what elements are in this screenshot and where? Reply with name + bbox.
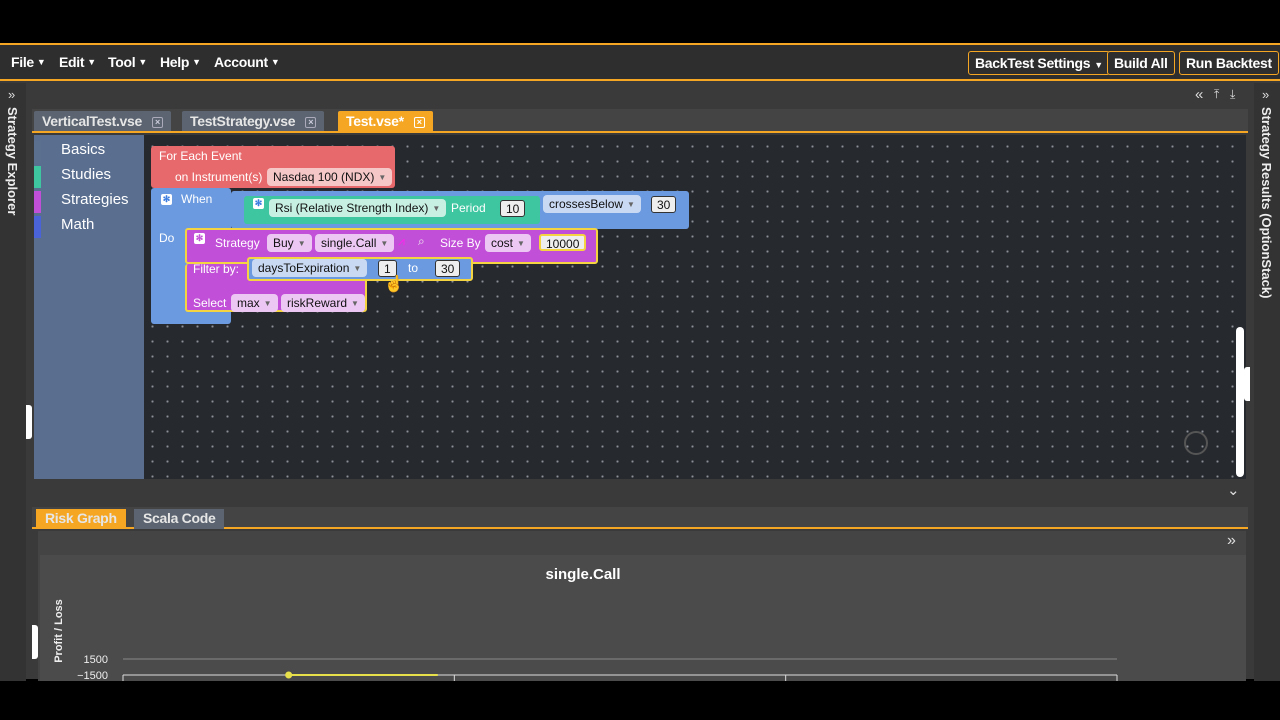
download-icon[interactable]: ⤓ — [1230, 87, 1235, 102]
chart-icon[interactable]: ⩘ — [398, 234, 405, 249]
category-studies[interactable]: Studies — [34, 166, 144, 188]
chevron-down-icon: ▼ — [1094, 60, 1103, 70]
y-axis-label: Profit / Loss — [53, 599, 65, 663]
tab-scala-code[interactable]: Scala Code — [134, 509, 225, 529]
category-basics[interactable]: Basics — [34, 141, 144, 163]
run-backtest-button[interactable]: Run Backtest — [1179, 51, 1279, 75]
menu-bar: File ▼ Edit ▼ Tool ▼ Help ▼ Account ▼ BackTes… — [0, 45, 1280, 81]
editor-header: « ⤒ ⤓ — [32, 85, 1248, 107]
close-icon[interactable]: × — [152, 117, 164, 128]
build-all-button[interactable]: Build All — [1107, 51, 1175, 75]
select-field-dropdown[interactable]: riskReward ▼ — [281, 294, 365, 312]
move-top-icon[interactable]: ⤒ — [1214, 87, 1219, 102]
menu-edit[interactable]: Edit ▼ — [59, 54, 96, 70]
gear-icon[interactable]: ✻ — [161, 194, 172, 205]
to-label: to — [408, 261, 419, 275]
expand-icon[interactable]: » — [8, 87, 15, 102]
strategy-explorer-label: Strategy Explorer — [5, 107, 20, 216]
chart-axes: 1500−1500100200300 — [77, 654, 1118, 711]
expand-icon[interactable]: » — [1262, 87, 1269, 102]
chart-title: single.Call — [545, 566, 620, 583]
size-by-label: Size By — [440, 236, 481, 250]
chevron-down-icon: ▼ — [36, 57, 46, 67]
strategy-label: Strategy — [215, 236, 260, 250]
chevron-down-icon: ▼ — [87, 57, 96, 67]
period-label: Period — [451, 201, 486, 215]
collapse-left-icon[interactable]: « — [1195, 86, 1203, 103]
strategy-results-rail[interactable]: » Strategy Results (OptionStack) — [1254, 83, 1280, 681]
when-label: When — [181, 192, 213, 206]
hand-cursor-icon: ☝ — [384, 276, 404, 293]
search-icon[interactable]: ⌕ — [418, 234, 425, 249]
bottom-tabs: Risk Graph Scala Code — [32, 507, 1248, 529]
for-each-event-label: For Each Event — [159, 149, 242, 163]
threshold-input[interactable]: 30 — [651, 196, 677, 213]
menu-tool[interactable]: Tool ▼ — [108, 54, 147, 70]
period-input[interactable]: 10 — [500, 200, 526, 217]
left-collapse-handle[interactable] — [26, 405, 32, 439]
select-label: Select — [193, 296, 227, 310]
do-label: Do — [159, 231, 175, 245]
tab-verticaltest[interactable]: VerticalTest.vse × — [34, 111, 172, 131]
chevron-down-icon: ▼ — [138, 57, 147, 67]
chevron-down-icon[interactable]: ⌄ — [1227, 481, 1240, 499]
gear-icon[interactable]: ✻ — [253, 198, 264, 209]
filter-field-dropdown[interactable]: daysToExpiration ▼ — [252, 259, 368, 277]
tab-teststrategy[interactable]: TestStrategy.vse × — [182, 111, 325, 131]
chevron-down-icon: ▼ — [192, 57, 201, 67]
category-math[interactable]: Math — [34, 216, 144, 238]
expand-icon[interactable]: » — [1227, 532, 1236, 550]
size-value-input[interactable]: 10000 — [539, 234, 587, 251]
risk-graph-svg: single.Call Profit / Loss 1500−150010020… — [53, 566, 1220, 720]
filter-by-label: Filter by: — [193, 262, 240, 276]
gear-icon[interactable]: ✻ — [194, 233, 205, 244]
close-icon[interactable]: × — [413, 117, 425, 128]
backtest-settings-button[interactable]: BackTest Settings ▼ — [968, 51, 1110, 75]
data-point — [285, 671, 293, 679]
tab-risk-graph[interactable]: Risk Graph — [36, 509, 126, 529]
condition-dropdown[interactable]: crossesBelow ▼ — [543, 195, 641, 213]
strategy-results-label: Strategy Results (OptionStack) — [1259, 107, 1274, 299]
y-tick-label: 1500 — [84, 654, 108, 666]
menu-help[interactable]: Help ▼ — [160, 54, 201, 70]
workspace-scrollbar[interactable] — [1236, 327, 1244, 477]
chart-series — [285, 671, 438, 679]
select-fn-dropdown[interactable]: max ▼ — [231, 294, 278, 312]
category-swatch — [34, 216, 41, 238]
category-swatch — [34, 141, 41, 163]
instrument-dropdown[interactable]: Nasdaq 100 (NDX) ▼ — [267, 168, 393, 186]
strategy-explorer-rail[interactable]: » Strategy Explorer — [0, 83, 32, 681]
category-swatch — [34, 191, 41, 213]
chart-side-handle[interactable] — [32, 625, 38, 659]
recenter-icon[interactable] — [1184, 431, 1208, 455]
on-instruments-label: on Instrument(s) — [175, 170, 263, 184]
category-swatch — [34, 166, 41, 188]
file-tabs: VerticalTest.vse × TestStrategy.vse × Test… — [32, 109, 1248, 133]
blocks-palette: Basics Studies Strategies Math — [34, 135, 144, 479]
category-strategies[interactable]: Strategies — [34, 191, 144, 213]
chevron-down-icon: ▼ — [270, 57, 280, 67]
panel-separator: ⌄ — [32, 479, 1248, 505]
filter-to-input[interactable]: 30 — [435, 260, 461, 277]
tab-test[interactable]: Test.vse* × — [338, 111, 433, 131]
app-window: File ▼ Edit ▼ Tool ▼ Help ▼ Account ▼ BackTes… — [0, 43, 1280, 720]
option-dropdown[interactable]: single.Call ▼ — [315, 234, 395, 252]
size-by-dropdown[interactable]: cost ▼ — [485, 234, 531, 252]
action-dropdown[interactable]: Buy ▼ — [267, 234, 312, 252]
risk-graph-chart: single.Call Profit / Loss 1500−150010020… — [40, 555, 1246, 720]
menu-account[interactable]: Account ▼ — [214, 54, 280, 70]
right-collapse-handle[interactable] — [1244, 367, 1250, 401]
y-tick-label: −1500 — [77, 670, 108, 681]
study-dropdown[interactable]: Rsi (Relative Strength Index) ▼ — [269, 199, 447, 217]
close-icon[interactable]: × — [305, 117, 317, 128]
menu-file[interactable]: File ▼ — [11, 54, 46, 70]
